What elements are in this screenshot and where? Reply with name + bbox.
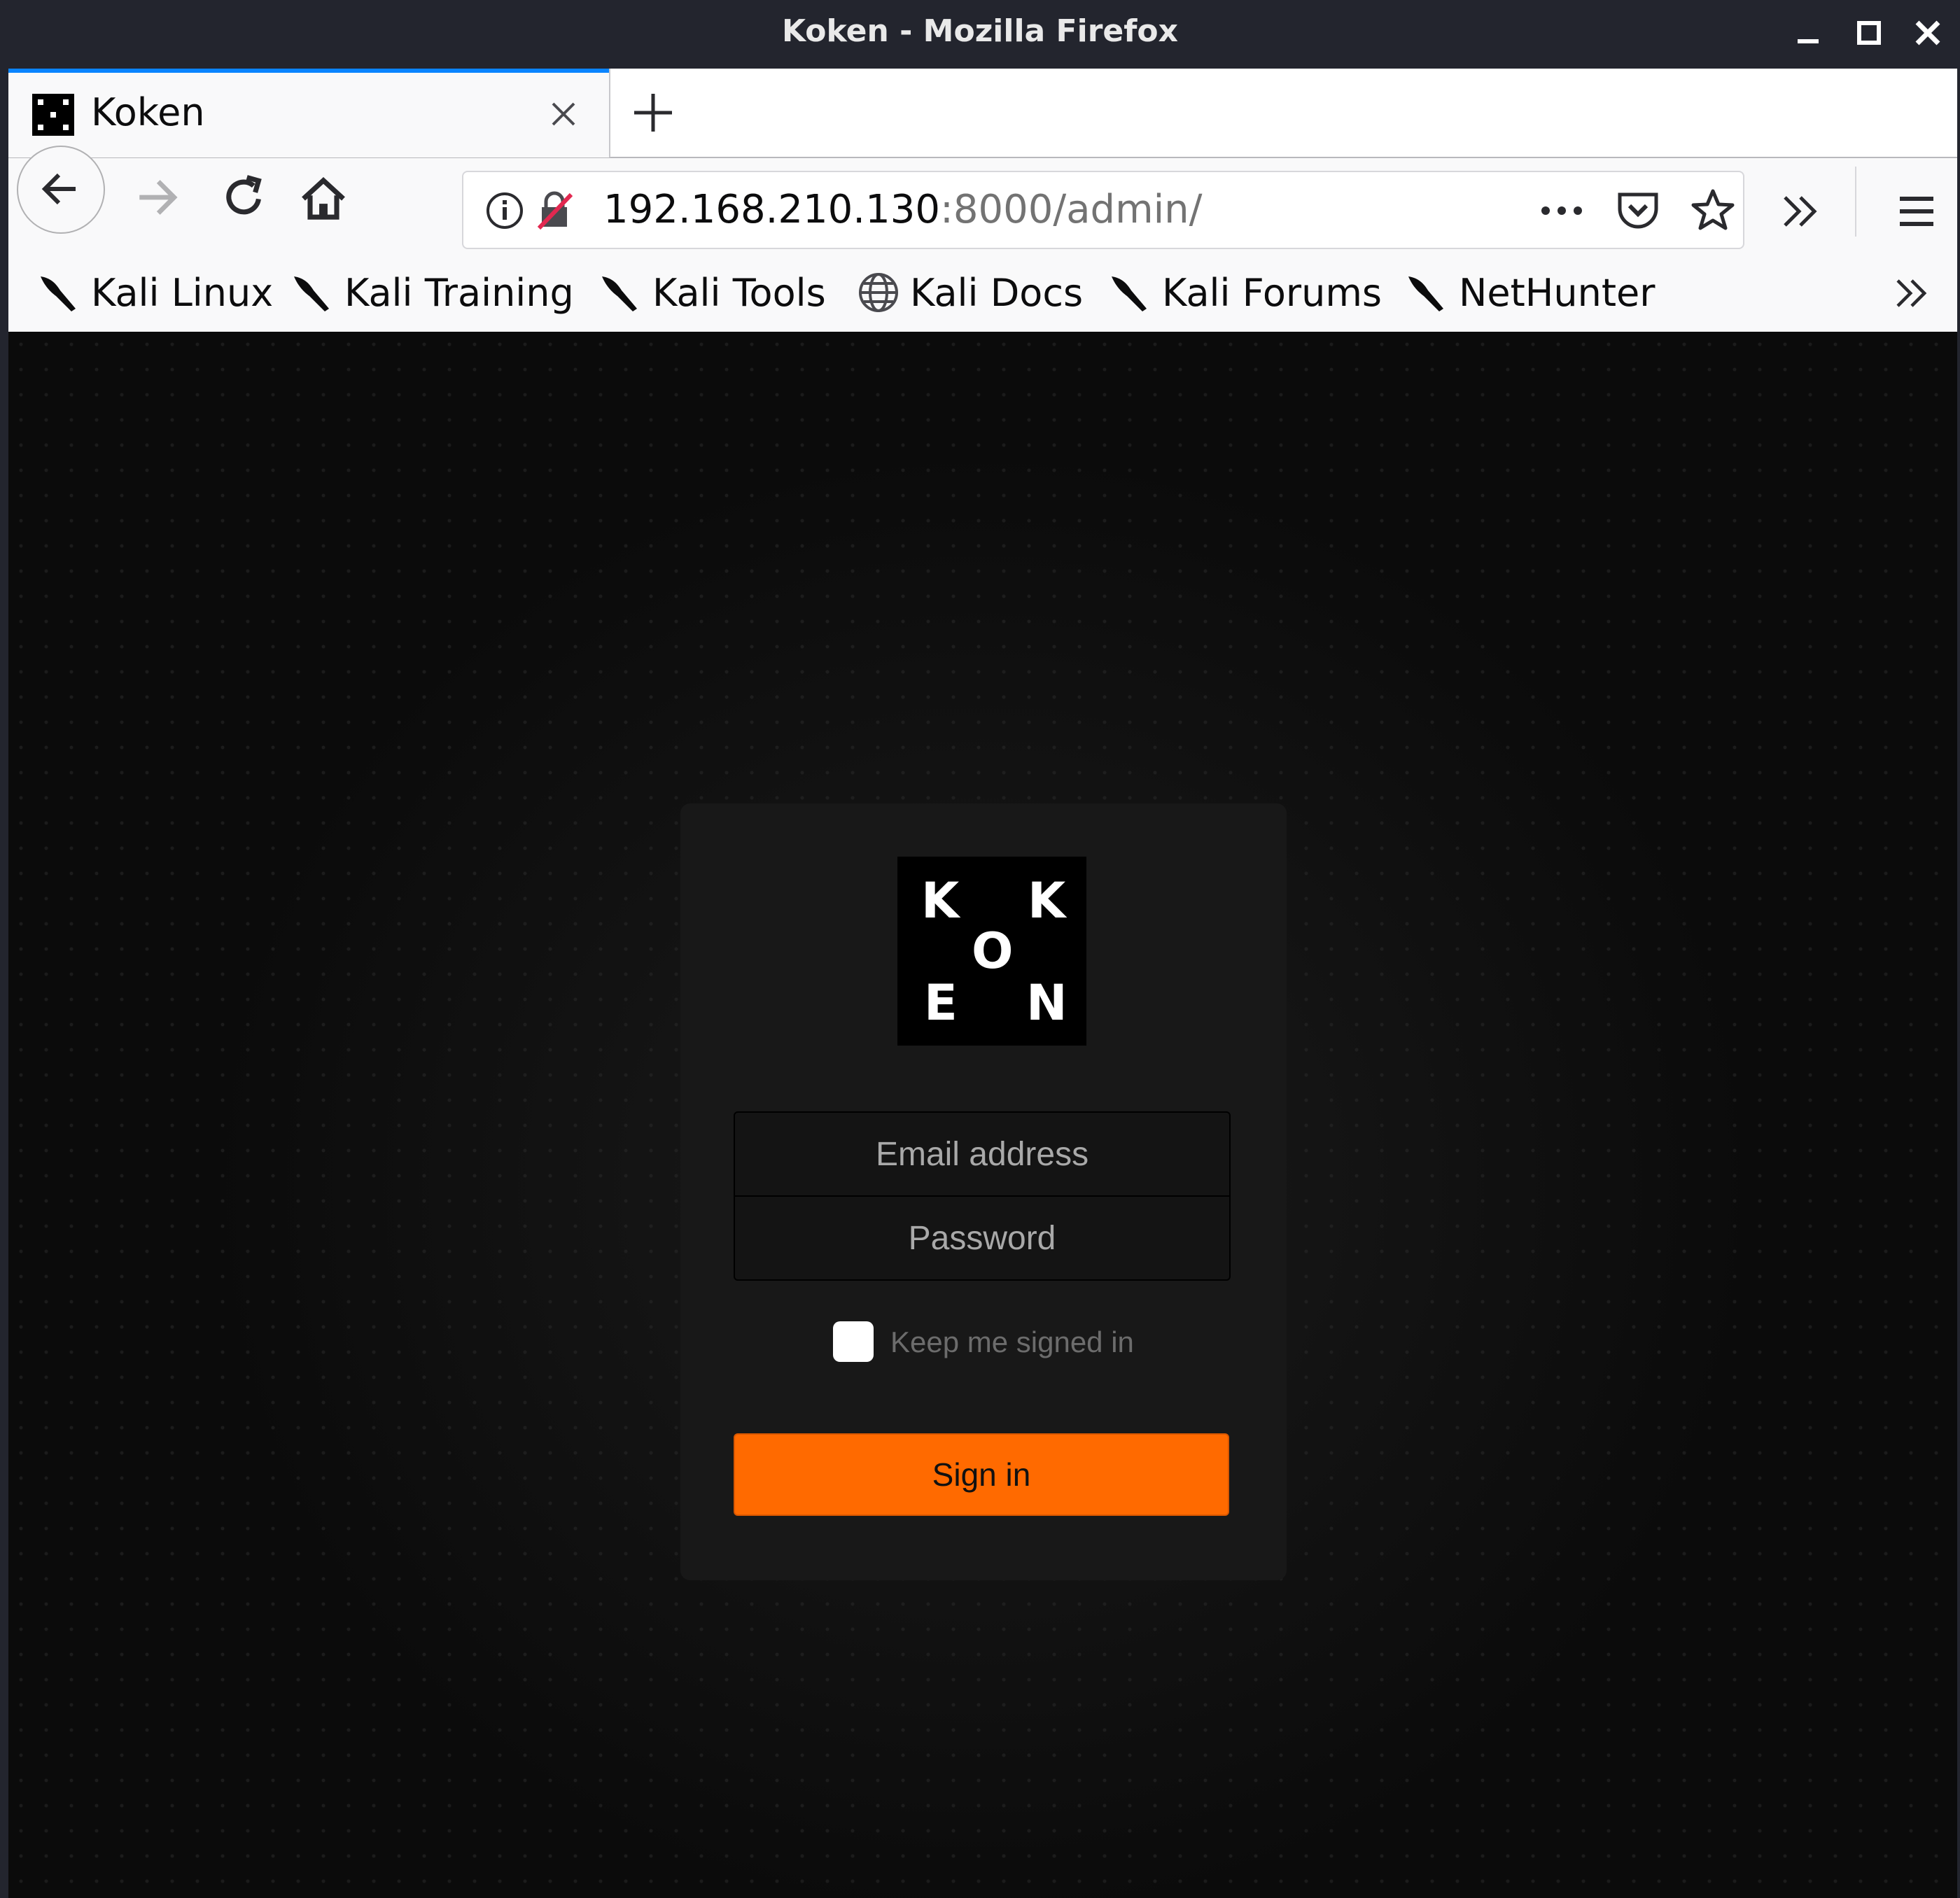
bookmark-label: Kali Forums xyxy=(1162,270,1382,315)
bookmark-kali-training[interactable]: Kali Training xyxy=(288,253,574,332)
kali-dragon-icon xyxy=(1112,276,1147,311)
window-titlebar: Koken - Mozilla Firefox xyxy=(0,0,1960,66)
window-title: Koken - Mozilla Firefox xyxy=(781,13,1178,49)
reload-icon[interactable] xyxy=(217,171,270,224)
logo-letter: E xyxy=(924,974,958,1032)
active-tab-indicator xyxy=(8,69,609,73)
tab-title: Koken xyxy=(91,90,205,134)
login-card: K K O E N Keep me signed in Sign in xyxy=(680,803,1287,1580)
home-icon[interactable] xyxy=(297,172,350,225)
tab-koken[interactable]: Koken xyxy=(8,69,610,157)
toolbar-separator xyxy=(1855,167,1856,237)
bookmark-label: Kali Docs xyxy=(910,270,1084,315)
info-icon[interactable] xyxy=(484,190,525,231)
kali-dragon-icon xyxy=(294,276,329,311)
bookmark-label: Kali Linux xyxy=(91,270,274,315)
bookmark-label: NetHunter xyxy=(1459,270,1656,315)
close-window-icon[interactable] xyxy=(1910,15,1945,50)
bookmarks-overflow-icon[interactable] xyxy=(1891,273,1932,314)
logo-letter: K xyxy=(1028,872,1066,929)
logo-letter: K xyxy=(921,872,960,929)
url-bar[interactable]: 192.168.210.130:8000/admin/ xyxy=(462,171,1744,249)
bookmark-kali-tools[interactable]: Kali Tools xyxy=(596,253,826,332)
bookmark-label: Kali Tools xyxy=(652,270,826,315)
bookmark-label: Kali Training xyxy=(344,270,574,315)
bookmark-kali-docs[interactable]: Kali Docs xyxy=(857,253,1083,332)
logo-letter: N xyxy=(1026,974,1068,1032)
kali-dragon-icon xyxy=(602,276,637,311)
back-button[interactable] xyxy=(17,146,105,234)
page-actions-icon[interactable] xyxy=(1537,193,1586,228)
sign-in-button[interactable]: Sign in xyxy=(734,1433,1229,1516)
koken-logo: K K O E N xyxy=(897,857,1086,1046)
email-field[interactable] xyxy=(735,1113,1229,1197)
password-field[interactable] xyxy=(735,1197,1229,1279)
keep-signed-in-checkbox[interactable] xyxy=(833,1321,874,1362)
url-host: 192.168.210.130 xyxy=(603,187,940,232)
forward-icon[interactable] xyxy=(132,172,182,223)
bookmark-nethunter[interactable]: NetHunter xyxy=(1403,253,1655,332)
maximize-icon[interactable] xyxy=(1851,15,1886,50)
new-tab-icon[interactable] xyxy=(630,90,676,136)
credentials-group xyxy=(734,1111,1231,1281)
overflow-chevrons-icon[interactable] xyxy=(1778,189,1823,234)
bookmark-star-icon[interactable] xyxy=(1690,188,1736,234)
hamburger-menu-icon[interactable] xyxy=(1894,189,1939,234)
kali-dragon-icon xyxy=(1408,276,1443,311)
page-content: K K O E N Keep me signed in Sign in xyxy=(8,332,1957,1898)
browser-window: Koken 192.168.210.130:8000/admin/ Kali L… xyxy=(8,69,1957,1898)
url-text[interactable]: 192.168.210.130:8000/admin/ xyxy=(603,185,1203,235)
back-arrow-icon xyxy=(41,173,76,205)
url-path: :8000/admin/ xyxy=(939,187,1203,232)
globe-icon xyxy=(859,273,898,312)
insecure-lock-icon[interactable] xyxy=(533,189,577,232)
koken-favicon-icon xyxy=(32,94,74,136)
tab-strip: Koken xyxy=(8,69,1957,158)
pocket-icon[interactable] xyxy=(1616,189,1660,232)
bookmark-kali-forums[interactable]: Kali Forums xyxy=(1106,253,1382,332)
bookmarks-toolbar: Kali Linux Kali Training Kali Tools Kali… xyxy=(8,253,1957,332)
minimize-icon[interactable] xyxy=(1791,15,1826,50)
kali-dragon-icon xyxy=(41,276,76,311)
keep-signed-in-label[interactable]: Keep me signed in xyxy=(890,1324,1134,1361)
bookmark-kali-linux[interactable]: Kali Linux xyxy=(35,253,273,332)
logo-letter: O xyxy=(972,922,1014,980)
close-tab-icon[interactable] xyxy=(546,97,581,132)
